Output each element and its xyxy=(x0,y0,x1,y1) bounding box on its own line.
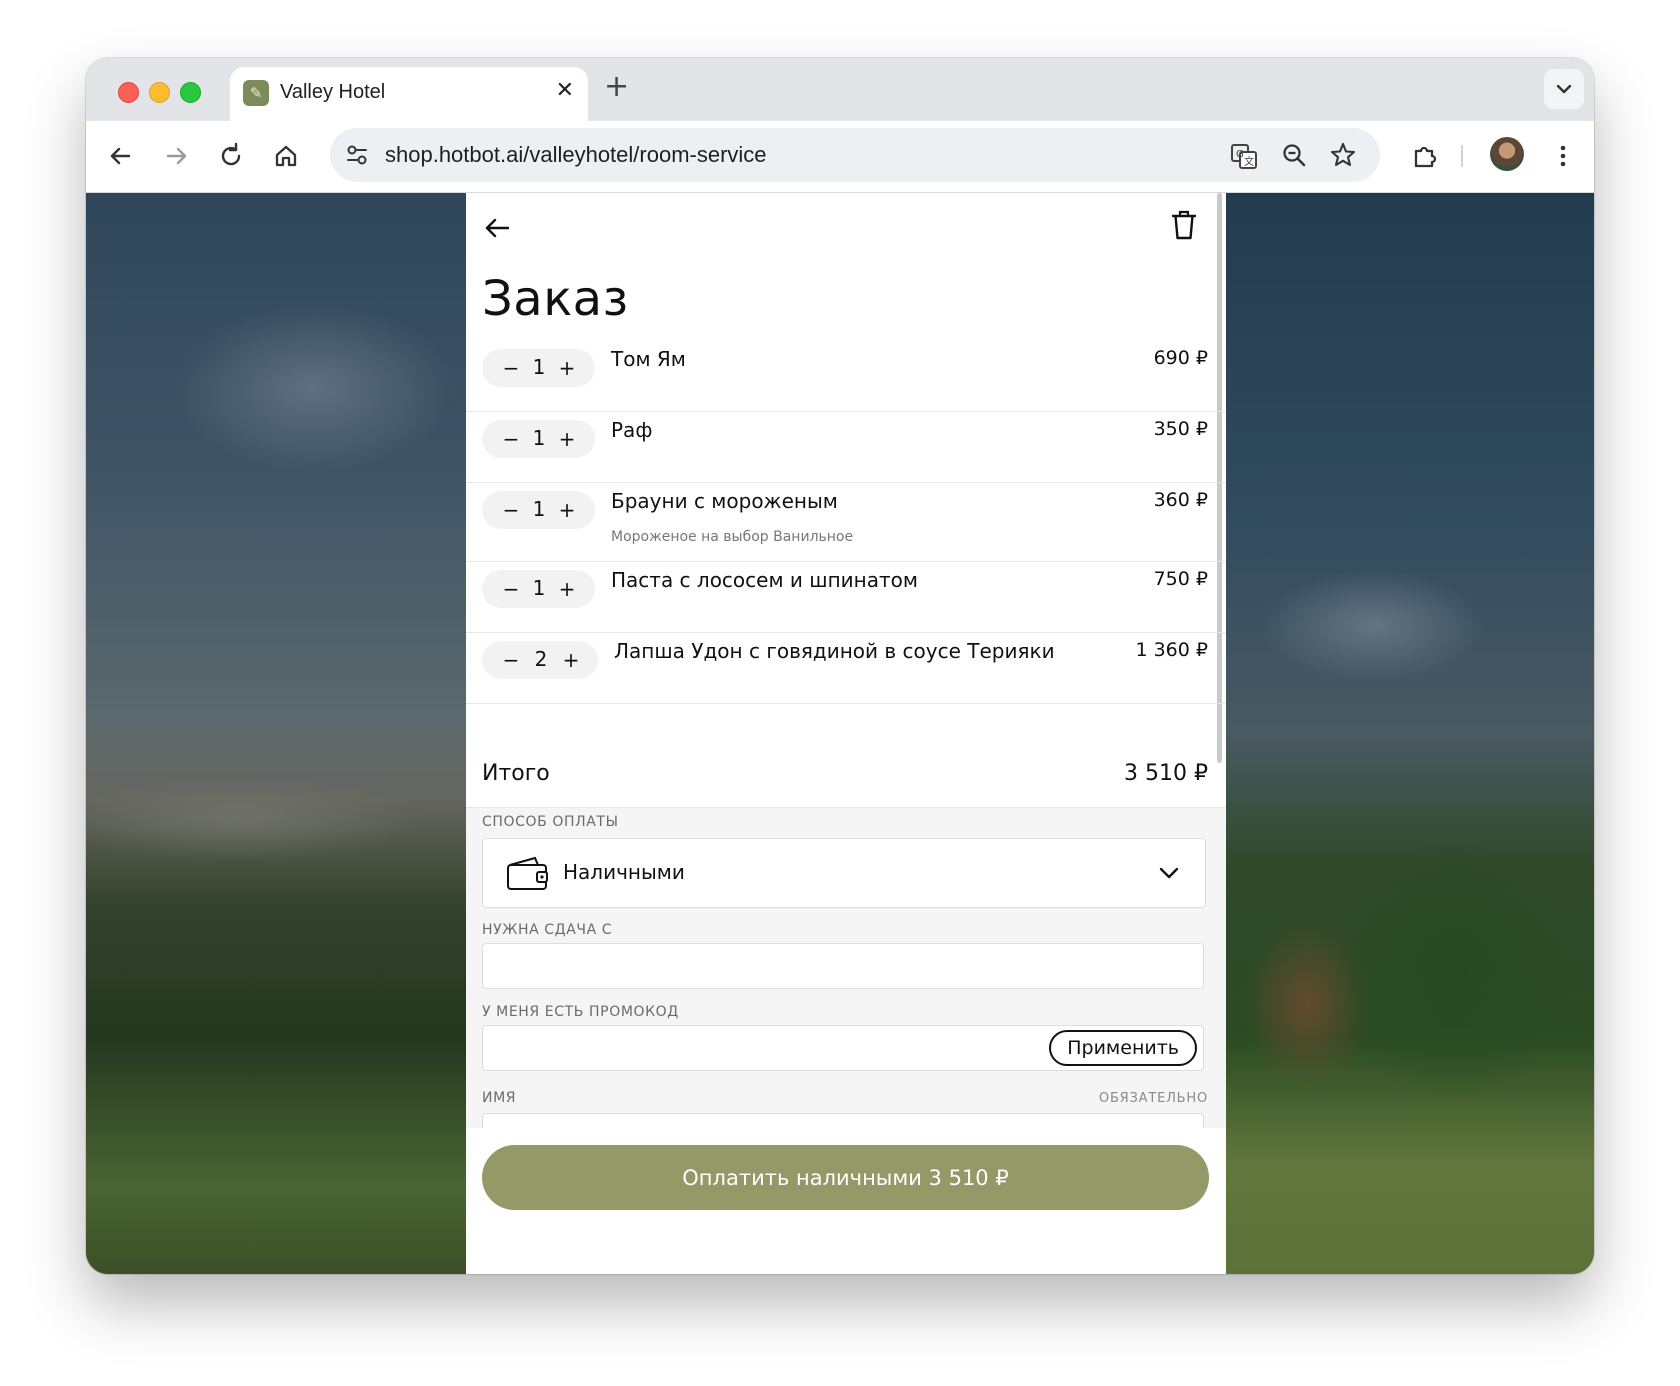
tab-title: Valley Hotel xyxy=(280,81,386,103)
increase-button[interactable]: + xyxy=(558,356,576,380)
total-label: Итого xyxy=(482,761,550,786)
extensions-icon[interactable] xyxy=(1408,139,1442,173)
maximize-window-button[interactable] xyxy=(180,82,201,103)
new-tab-button[interactable]: + xyxy=(604,72,629,102)
quantity-stepper: − 1 + xyxy=(482,570,595,608)
toolbar-separator xyxy=(1461,145,1463,167)
change-field[interactable] xyxy=(482,943,1204,989)
more-menu-icon[interactable] xyxy=(1546,139,1580,173)
payment-method-value: Наличными xyxy=(563,860,685,884)
url-text: shop.hotbot.ai/valleyhotel/room-service xyxy=(385,142,767,167)
trash-icon[interactable] xyxy=(1170,209,1198,241)
tab-strip: ✎ Valley Hotel ✕ + xyxy=(86,58,1594,121)
decrease-button[interactable]: − xyxy=(502,356,520,380)
profile-avatar[interactable] xyxy=(1490,137,1524,171)
translate-icon[interactable]: G文 xyxy=(1229,141,1259,171)
pay-section: Оплатить наличными 3 510 ₽ xyxy=(466,1128,1226,1274)
browser-window: ✎ Valley Hotel ✕ + shop.hotbot.ai/valley… xyxy=(86,58,1594,1274)
decrease-button[interactable]: − xyxy=(502,427,520,451)
total-value: 3 510 ₽ xyxy=(1124,761,1208,786)
pay-button[interactable]: Оплатить наличными 3 510 ₽ xyxy=(482,1145,1209,1210)
order-item: − 1 + Том Ям 690 ₽ xyxy=(466,341,1226,412)
quantity-stepper: − 1 + xyxy=(482,491,595,529)
quantity-value: 1 xyxy=(532,355,546,379)
quantity-value: 1 xyxy=(532,497,546,521)
site-settings-icon[interactable] xyxy=(344,142,370,168)
tab-valley-hotel[interactable]: ✎ Valley Hotel ✕ xyxy=(230,67,588,121)
order-item: − 2 + Лапша Удон с говядиной в соусе Тер… xyxy=(466,633,1226,704)
increase-button[interactable]: + xyxy=(558,577,576,601)
name-label: ИМЯ xyxy=(482,1090,517,1106)
decrease-button[interactable]: − xyxy=(502,498,520,522)
chevron-down-icon xyxy=(1556,84,1572,94)
item-modifier: Мороженое на выбор Ванильное xyxy=(611,529,854,545)
decrease-button[interactable]: − xyxy=(502,648,520,672)
change-input[interactable] xyxy=(483,944,1203,988)
order-item: − 1 + Паста с лососем и шпинатом 750 ₽ xyxy=(466,562,1226,633)
reload-icon[interactable] xyxy=(214,139,248,173)
decrease-button[interactable]: − xyxy=(502,577,520,601)
quantity-value: 1 xyxy=(532,426,546,450)
wallet-icon xyxy=(507,856,548,890)
page-title: Заказ xyxy=(482,271,629,327)
quantity-stepper: − 2 + xyxy=(482,641,598,679)
checkout-form: СПОСОБ ОПЛАТЫ Наличными НУЖНА СДАЧА С У … xyxy=(466,808,1226,1173)
quantity-stepper: − 1 + xyxy=(482,349,595,387)
back-nav-icon[interactable] xyxy=(104,139,138,173)
minimize-window-button[interactable] xyxy=(149,82,170,103)
order-item: − 1 + Брауни с мороженым Мороженое на вы… xyxy=(466,483,1226,562)
quantity-value: 2 xyxy=(534,647,548,671)
forward-nav-icon[interactable] xyxy=(159,139,193,173)
tab-close-icon[interactable]: ✕ xyxy=(556,79,574,103)
item-price: 750 ₽ xyxy=(1153,568,1208,590)
svg-text:文: 文 xyxy=(1244,155,1254,168)
change-label: НУЖНА СДАЧА С xyxy=(482,922,613,938)
item-price: 350 ₽ xyxy=(1153,418,1208,440)
svg-text:G: G xyxy=(1236,149,1244,160)
chevron-down-icon xyxy=(1159,867,1179,879)
bookmark-star-icon[interactable] xyxy=(1328,140,1358,170)
required-badge: ОБЯЗАТЕЛЬНО xyxy=(1098,1091,1208,1106)
order-items-list: − 1 + Том Ям 690 ₽ − 1 + Раф 350 ₽ − 1 +… xyxy=(466,341,1226,704)
item-name: Том Ям xyxy=(611,347,686,371)
item-price: 1 360 ₽ xyxy=(1135,639,1208,661)
payment-method-label: СПОСОБ ОПЛАТЫ xyxy=(482,814,619,830)
quantity-stepper: − 1 + xyxy=(482,420,595,458)
order-total: Итого 3 510 ₽ xyxy=(466,733,1226,808)
tab-search-button[interactable] xyxy=(1544,69,1584,109)
payment-method-select[interactable]: Наличными xyxy=(482,838,1206,908)
order-item: − 1 + Раф 350 ₽ xyxy=(466,412,1226,483)
order-panel: Заказ − 1 + Том Ям 690 ₽ − 1 + Раф 350 ₽… xyxy=(466,193,1226,1274)
apply-promo-button[interactable]: Применить xyxy=(1049,1030,1197,1066)
promo-label: У МЕНЯ ЕСТЬ ПРОМОКОД xyxy=(482,1004,679,1020)
item-price: 690 ₽ xyxy=(1153,347,1208,369)
home-icon[interactable] xyxy=(269,139,303,173)
item-name: Раф xyxy=(611,418,653,442)
item-name: Паста с лососем и шпинатом xyxy=(611,568,918,592)
favicon-icon: ✎ xyxy=(243,80,269,106)
item-price: 360 ₽ xyxy=(1153,489,1208,511)
item-name: Лапша Удон с говядиной в соусе Терияки xyxy=(614,639,1055,663)
increase-button[interactable]: + xyxy=(562,648,580,672)
zoom-icon[interactable] xyxy=(1280,141,1308,169)
back-arrow-icon[interactable] xyxy=(482,213,512,243)
page-viewport: Заказ − 1 + Том Ям 690 ₽ − 1 + Раф 350 ₽… xyxy=(86,193,1594,1274)
close-window-button[interactable] xyxy=(118,82,139,103)
item-name: Брауни с мороженым xyxy=(611,489,838,513)
address-bar[interactable]: shop.hotbot.ai/valleyhotel/room-service … xyxy=(330,128,1380,182)
promo-field[interactable]: Применить xyxy=(482,1025,1204,1071)
quantity-value: 1 xyxy=(532,576,546,600)
browser-toolbar: shop.hotbot.ai/valleyhotel/room-service … xyxy=(86,121,1594,193)
increase-button[interactable]: + xyxy=(558,427,576,451)
increase-button[interactable]: + xyxy=(558,498,576,522)
